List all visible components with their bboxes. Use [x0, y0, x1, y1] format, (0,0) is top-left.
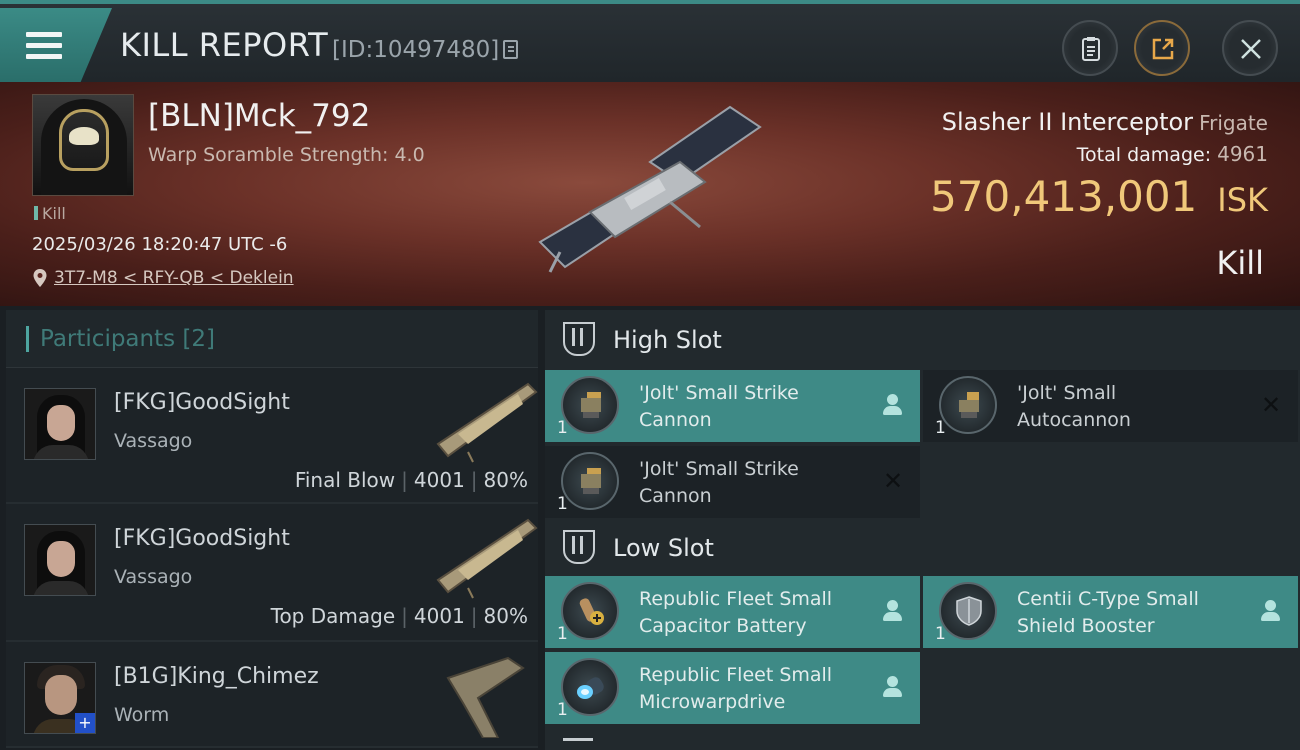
participant-ship: Worm — [114, 704, 170, 726]
share-icon — [1152, 38, 1174, 60]
victim-name[interactable]: [BLN]Mck_792 — [148, 98, 370, 134]
module-name: Republic Fleet Small Microwarpdrive — [639, 664, 833, 713]
participant-stats: Top Damage | 4001 | 80% — [270, 604, 528, 628]
participants-header: Participants [2] — [6, 310, 538, 368]
warp-scramble-strength: Warp Soramble Strength: 4.0 — [148, 144, 425, 166]
location-pin-icon — [33, 269, 47, 287]
low-slot-header: Low Slot — [545, 518, 1300, 578]
module-name: 'Jolt' Small Strike Cannon — [639, 382, 799, 431]
participant-avatar[interactable] — [24, 388, 96, 460]
participant-row[interactable]: + [B1G]King_Chimez Worm — [6, 642, 538, 748]
ship-name: Slasher II Interceptor — [941, 108, 1194, 136]
total-damage: Total damage: 4961 — [1077, 142, 1268, 166]
copy-icon[interactable] — [503, 40, 518, 59]
victim-ship-type: Slasher II Interceptor Frigate — [942, 108, 1268, 136]
cannon-icon — [561, 452, 619, 510]
module-quantity: 1 — [557, 624, 568, 644]
report-id: [ID:10497480] — [332, 37, 500, 63]
module-quantity: 1 — [935, 624, 946, 644]
participants-panel: Participants [2] [FKG]GoodSight Vassago … — [6, 310, 538, 750]
participant-role: Top Damage — [270, 604, 396, 628]
module-quantity: 1 — [557, 418, 568, 438]
participant-ship: Vassago — [114, 430, 193, 452]
kill-tag: Kill — [34, 204, 66, 223]
low-slot-icon — [563, 530, 595, 564]
capacitor-battery-icon — [561, 582, 619, 640]
close-button[interactable] — [1222, 20, 1278, 76]
close-icon: ✕ — [1260, 391, 1282, 419]
module-name: Centii C-Type Small Shield Booster — [1017, 588, 1199, 637]
kill-datetime: 2025/03/26 18:20:47 UTC -6 — [32, 234, 288, 255]
participant-avatar[interactable] — [24, 524, 96, 596]
autocannon-icon — [939, 376, 997, 434]
module-item[interactable]: 1 'Jolt' Small Strike Cannon — [545, 370, 920, 442]
participant-ship-image — [446, 656, 525, 738]
module-name: Republic Fleet Small Capacitor Battery — [639, 588, 833, 637]
isk-unit: ISK — [1217, 181, 1268, 219]
fitting-panel: High Slot 1 'Jolt' Small Strike Cannon 1 … — [545, 310, 1300, 750]
victim-banner: [BLN]Mck_792 Warp Soramble Strength: 4.0… — [0, 82, 1300, 306]
shield-booster-icon — [939, 582, 997, 640]
close-icon — [1241, 39, 1261, 59]
page-title: KILL REPORT — [120, 26, 329, 64]
location-link[interactable]: 3T7-M8 < RFY-QB < Deklein — [32, 268, 294, 288]
participant-name: [FKG]GoodSight — [114, 526, 290, 551]
participant-stats: Final Blow | 4001 | 80% — [294, 468, 528, 492]
person-icon — [882, 676, 904, 698]
microwarpdrive-icon — [561, 658, 619, 716]
participant-row[interactable]: [FKG]GoodSight Vassago Final Blow | 4001 | 8… — [6, 368, 538, 504]
module-quantity: 1 — [557, 494, 568, 514]
module-name: 'Jolt' Small Autocannon — [1017, 382, 1131, 431]
cannon-icon — [561, 376, 619, 434]
participant-row[interactable]: [FKG]GoodSight Vassago Top Damage | 4001 | 8… — [6, 504, 538, 642]
module-item[interactable]: 1 'Jolt' Small Autocannon ✕ — [923, 370, 1298, 442]
participant-name: [B1G]King_Chimez — [114, 664, 319, 689]
victim-avatar[interactable] — [32, 94, 134, 196]
participants-count: [2] — [182, 326, 216, 352]
close-icon: ✕ — [882, 467, 904, 495]
module-quantity: 1 — [935, 418, 946, 438]
total-damage-value: 4961 — [1217, 142, 1268, 166]
mid-slot-icon — [563, 738, 593, 750]
ship-class: Frigate — [1199, 111, 1268, 135]
header-bar: KILL REPORT [ID:10497480] — [0, 0, 1300, 82]
total-damage-label: Total damage: — [1076, 144, 1212, 166]
participant-name: [FKG]GoodSight — [114, 390, 290, 415]
plus-icon: + — [75, 713, 95, 733]
clipboard-button[interactable] — [1062, 20, 1118, 76]
module-item[interactable]: 1 'Jolt' Small Strike Cannon ✕ — [545, 446, 920, 518]
module-item[interactable]: 1 Republic Fleet Small Capacitor Battery — [545, 576, 920, 648]
participant-ship-image — [436, 518, 538, 599]
person-icon — [882, 394, 904, 416]
isk-value: 570,413,001 ISK — [930, 172, 1268, 221]
person-icon — [882, 600, 904, 622]
participant-percent: 80% — [483, 468, 528, 492]
hamburger-icon — [26, 32, 62, 65]
module-item[interactable]: 1 Centii C-Type Small Shield Booster — [923, 576, 1298, 648]
share-button[interactable] — [1134, 20, 1190, 76]
participant-role: Final Blow — [294, 468, 396, 492]
participant-ship-image — [436, 382, 538, 463]
location-text[interactable]: 3T7-M8 < RFY-QB < Deklein — [54, 268, 294, 288]
participant-damage: 4001 — [413, 468, 465, 492]
menu-button[interactable] — [0, 8, 112, 82]
participants-label: Participants [2] — [40, 326, 216, 352]
low-slot-title: Low Slot — [613, 534, 714, 562]
victim-ship-image — [538, 105, 762, 273]
high-slot-title: High Slot — [613, 326, 722, 354]
isk-amount: 570,413,001 — [930, 172, 1198, 221]
module-quantity: 1 — [557, 700, 568, 720]
participant-percent: 80% — [483, 604, 528, 628]
module-item[interactable]: 1 Republic Fleet Small Microwarpdrive — [545, 652, 920, 724]
participant-ship: Vassago — [114, 566, 193, 588]
participant-damage: 4001 — [413, 604, 465, 628]
module-name: 'Jolt' Small Strike Cannon — [639, 458, 799, 507]
clipboard-icon — [1082, 37, 1100, 61]
person-icon — [1260, 600, 1282, 622]
participant-avatar[interactable]: + — [24, 662, 96, 734]
high-slot-header: High Slot — [545, 310, 1300, 370]
high-slot-icon — [563, 322, 595, 356]
result-label: Kill — [1216, 244, 1264, 282]
